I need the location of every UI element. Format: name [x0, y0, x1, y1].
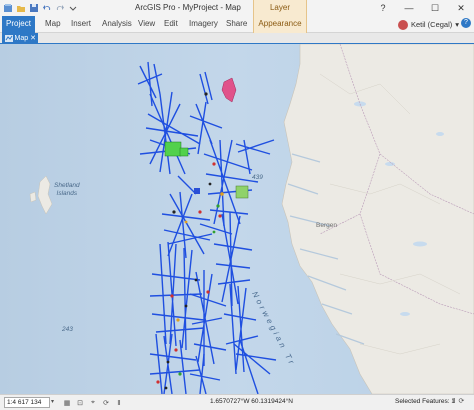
- user-name: Ketil (Cegal): [411, 20, 453, 29]
- app-title: ArcGIS Pro - MyProject - Map: [135, 3, 241, 12]
- tab-appearance[interactable]: Appearance: [253, 16, 307, 33]
- pause-icon[interactable]: Ⅱ: [114, 397, 124, 408]
- user-account[interactable]: Ketil (Cegal) ▾: [398, 16, 459, 33]
- close-tab-icon[interactable]: ✕: [30, 33, 36, 44]
- map-canvas[interactable]: 439 243 Shetland Islands Bergen Norwegia…: [0, 44, 474, 394]
- window-controls: ? — ☐ ✕: [370, 0, 474, 16]
- save-icon[interactable]: [28, 1, 40, 14]
- tab-project[interactable]: Project: [2, 16, 35, 33]
- tab-map[interactable]: Map: [45, 16, 61, 33]
- fixed-zoom-icon[interactable]: ⊡: [75, 397, 85, 408]
- open-project-icon[interactable]: [15, 1, 27, 14]
- tab-view[interactable]: View: [138, 16, 155, 33]
- map-view-tab[interactable]: Map ✕: [2, 33, 38, 44]
- status-bar-right-tools: Ⅱ ⟳: [452, 397, 464, 405]
- avatar: [398, 19, 408, 30]
- refresh-icon[interactable]: ⟳: [101, 397, 111, 408]
- refresh-map-icon[interactable]: ⟳: [458, 397, 464, 405]
- ribbon-tabs: Project Map Insert Analysis View Edit Im…: [0, 16, 474, 33]
- new-project-icon[interactable]: [2, 1, 14, 14]
- pause-drawing-icon[interactable]: Ⅱ: [452, 397, 455, 405]
- bergen-label: Bergen: [316, 222, 337, 229]
- selected-features-count[interactable]: Selected Features: 1: [395, 398, 455, 405]
- shetland-label: Shetland Islands: [54, 182, 80, 197]
- snapping-icon[interactable]: ⌖: [88, 397, 98, 408]
- title-bar: ArcGIS Pro - MyProject - Map Layer ? — ☐…: [0, 0, 474, 16]
- quick-access-toolbar: [2, 1, 79, 14]
- context-tab-group-layer: Layer: [253, 0, 307, 16]
- view-tab-strip: Map ✕: [0, 33, 474, 44]
- map-view-tab-label: Map: [14, 35, 29, 42]
- chevron-down-icon[interactable]: ▾: [51, 398, 54, 405]
- tab-imagery[interactable]: Imagery: [189, 16, 218, 33]
- shetland-islet: [29, 191, 37, 203]
- customize-qat-icon[interactable]: [67, 1, 79, 14]
- tab-insert[interactable]: Insert: [71, 16, 91, 33]
- scale-input[interactable]: 1:4 617 134: [4, 397, 50, 408]
- map-icon: [5, 35, 13, 42]
- undo-icon[interactable]: [41, 1, 53, 14]
- coordinate-readout: 1.6570727°W 60.1319424°N: [210, 398, 293, 405]
- navigation-tools: ▦ ⊡ ⌖ ⟳ Ⅱ: [62, 397, 124, 408]
- grid-icon[interactable]: ▦: [62, 397, 72, 408]
- redo-icon[interactable]: [54, 1, 66, 14]
- help-button[interactable]: ?: [370, 0, 396, 16]
- status-bar: 1:4 617 134 ▾ ▦ ⊡ ⌖ ⟳ Ⅱ 1.6570727°W 60.1…: [0, 394, 474, 410]
- tab-analysis[interactable]: Analysis: [102, 16, 132, 33]
- depth-label-439: 439: [252, 174, 263, 181]
- tab-edit[interactable]: Edit: [164, 16, 178, 33]
- close-button[interactable]: ✕: [448, 0, 474, 16]
- chevron-down-icon: ▾: [455, 20, 460, 29]
- map-svg: [0, 44, 474, 394]
- help-icon[interactable]: ?: [461, 18, 471, 28]
- tab-share[interactable]: Share: [226, 16, 247, 33]
- minimize-button[interactable]: —: [396, 0, 422, 16]
- maximize-button[interactable]: ☐: [422, 0, 448, 16]
- depth-label-243: 243: [62, 326, 73, 333]
